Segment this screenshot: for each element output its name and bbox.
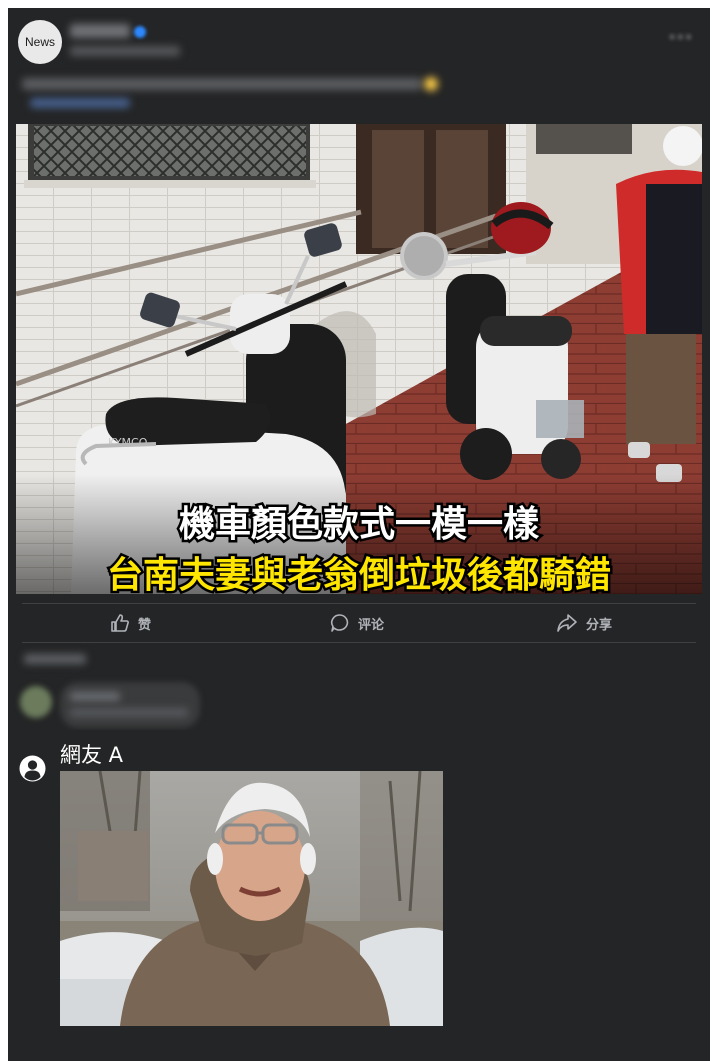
like-label: 赞	[138, 617, 152, 633]
user-avatar-icon[interactable]	[19, 755, 46, 782]
actions-divider-bottom	[22, 642, 696, 643]
comment-bubble-icon	[330, 614, 349, 632]
commenter-avatar-blurred[interactable]	[20, 686, 52, 718]
comment-label: 评论	[358, 617, 385, 633]
thumbs-up-icon	[111, 614, 129, 632]
comment-photo[interactable]	[60, 771, 443, 1026]
comment-blurred-name	[70, 692, 120, 701]
post-text-line-1	[22, 78, 422, 90]
comment-bubble-blurred	[60, 682, 200, 728]
comment-button[interactable]: 评论	[330, 612, 384, 634]
more-options-icon[interactable]: •••	[668, 31, 693, 45]
post-photo[interactable]: KYMCO 機車顏色款式一模一樣 台南夫妻與老翁倒垃圾後都騎錯	[16, 124, 702, 594]
comment-sort-dropdown[interactable]	[24, 654, 86, 664]
page-avatar[interactable]: News	[18, 20, 62, 64]
like-button[interactable]: 赞	[110, 612, 151, 634]
share-arrow-icon	[557, 614, 577, 632]
page-avatar-text: News	[24, 35, 55, 49]
post-time[interactable]	[70, 46, 180, 56]
comment-username[interactable]: 網友 A	[60, 739, 123, 769]
actions-divider-top	[22, 603, 696, 604]
comment-blurred-text	[70, 708, 188, 717]
share-label: 分享	[586, 617, 613, 633]
post-photo-scene: KYMCO 機車顏色款式一模一樣 台南夫妻與老翁倒垃圾後都騎錯	[16, 124, 702, 594]
comment-photo-scene	[60, 771, 443, 1026]
photo-caption-line-2: 台南夫妻與老翁倒垃圾後都騎錯	[107, 554, 611, 594]
post-text-emoji	[424, 77, 438, 91]
photo-caption-line-1: 機車顏色款式一模一樣	[179, 504, 540, 545]
verified-badge-icon	[134, 26, 146, 38]
page-name[interactable]	[70, 24, 130, 38]
person-walking	[616, 126, 702, 482]
share-button[interactable]: 分享	[556, 612, 612, 634]
post-text-line-2	[30, 98, 130, 108]
